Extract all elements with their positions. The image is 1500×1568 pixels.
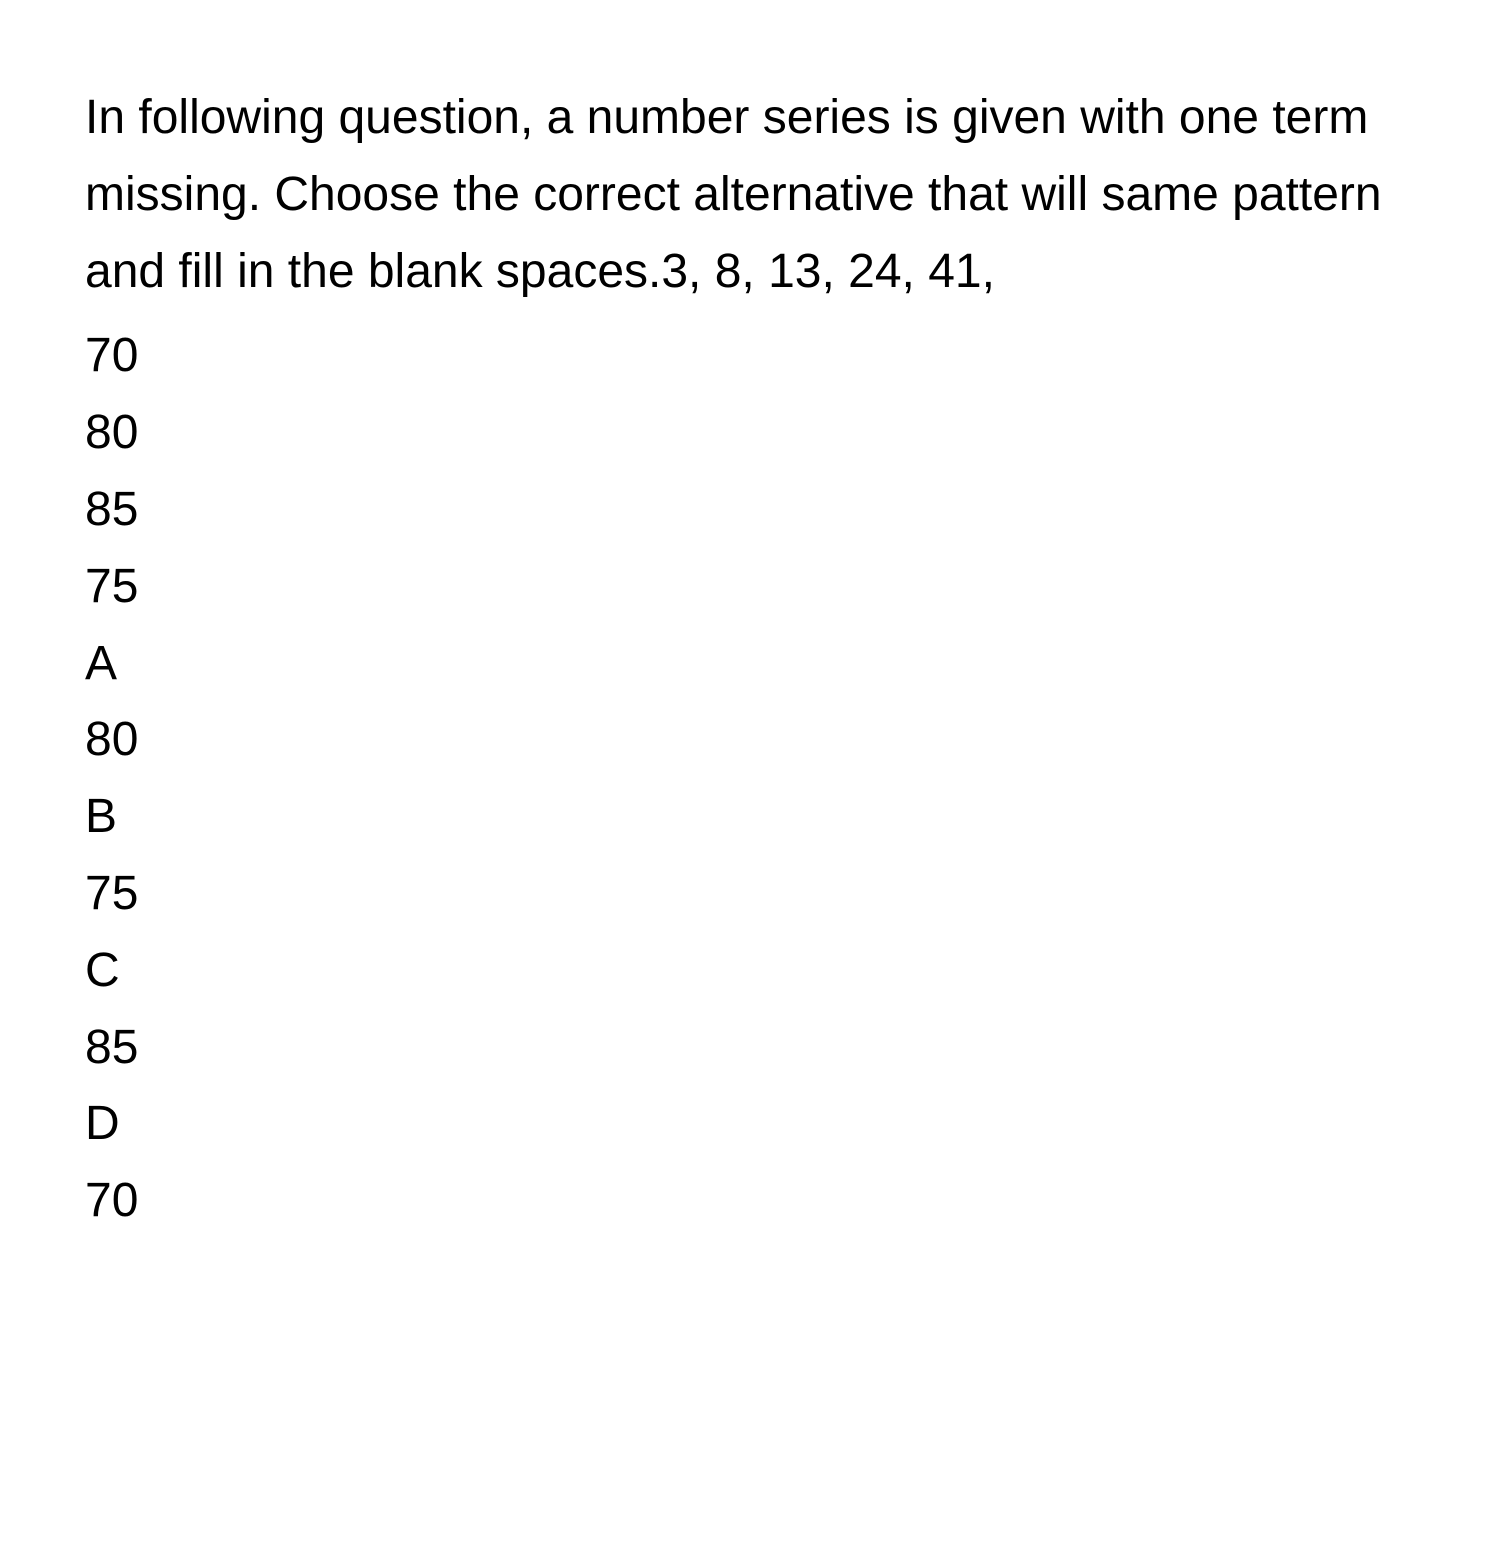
initial-option: 80 xyxy=(85,395,1415,472)
initial-option: 75 xyxy=(85,549,1415,626)
option-value-a: 80 xyxy=(85,702,1415,779)
option-label-a: A xyxy=(85,626,1415,703)
option-label-d: D xyxy=(85,1086,1415,1163)
question-text: In following question, a number series i… xyxy=(85,80,1415,310)
initial-option: 70 xyxy=(85,318,1415,395)
initial-option: 85 xyxy=(85,472,1415,549)
option-value-b: 75 xyxy=(85,856,1415,933)
option-value-d: 70 xyxy=(85,1163,1415,1240)
option-label-b: B xyxy=(85,779,1415,856)
option-label-c: C xyxy=(85,933,1415,1010)
option-value-c: 85 xyxy=(85,1010,1415,1087)
